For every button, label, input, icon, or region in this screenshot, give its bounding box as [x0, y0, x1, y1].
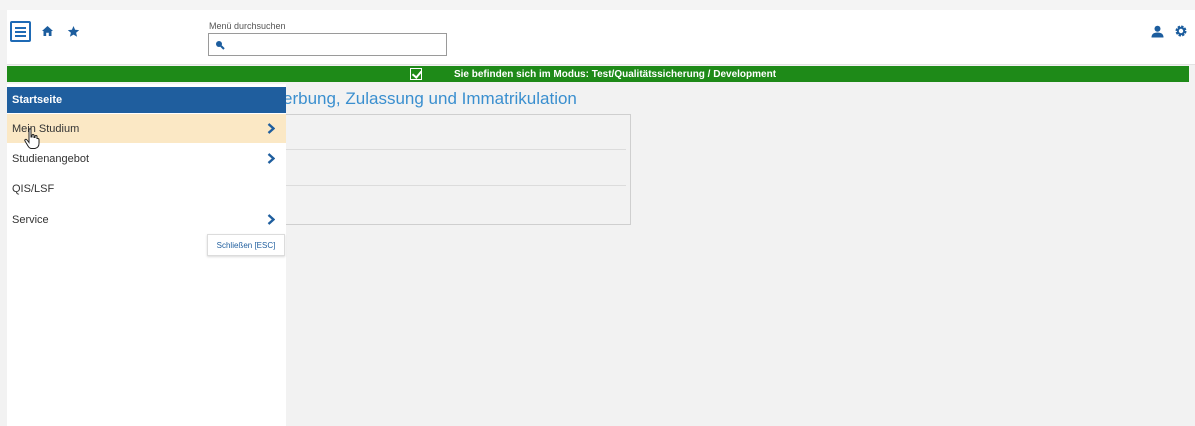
page-title: erbung, Zulassung und Immatrikulation: [283, 89, 577, 108]
sidebar-item-qis-lsf[interactable]: QIS/LSF: [7, 174, 286, 203]
menu-search-field[interactable]: [208, 33, 447, 56]
search-input[interactable]: [227, 36, 442, 53]
top-header: Menü durchsuchen: [7, 10, 1195, 65]
home-icon[interactable]: [39, 23, 55, 39]
chevron-right-icon: [267, 214, 275, 225]
close-menu-button[interactable]: Schließen [ESC]: [207, 234, 285, 256]
sidebar-item-studienangebot[interactable]: Studienangebot: [7, 144, 286, 173]
content-panel: [283, 114, 631, 225]
mode-banner: Sie befinden sich im Modus: Test/Qualitä…: [7, 66, 1189, 82]
sidebar-home-link[interactable]: Startseite: [7, 87, 286, 113]
star-icon[interactable]: [65, 23, 81, 39]
divider: [284, 185, 626, 186]
menu-toggle-button[interactable]: [10, 21, 31, 42]
search-icon: [216, 41, 225, 50]
gear-icon[interactable]: [1173, 23, 1189, 39]
chevron-right-icon: [267, 123, 275, 134]
sidebar-item-mein-studium[interactable]: Mein Studium: [7, 114, 286, 143]
hand-cursor-icon: [24, 128, 40, 149]
sidebar-item-label: Service: [12, 213, 49, 226]
user-icon[interactable]: [1149, 23, 1165, 39]
divider: [284, 149, 626, 150]
chevron-right-icon: [267, 153, 275, 164]
navigation-drawer: Startseite Mein Studium Studienangebot Q…: [7, 84, 286, 426]
checkbox-icon: [409, 68, 422, 80]
search-label: Menü durchsuchen: [209, 21, 286, 31]
window-top-strip: [0, 0, 1195, 10]
hamburger-icon-bar: [15, 34, 26, 37]
mode-banner-text: Sie befinden sich im Modus: Test/Qualitä…: [453, 68, 777, 80]
sidebar-item-label: QIS/LSF: [12, 182, 55, 195]
hamburger-icon-bar: [15, 26, 26, 29]
sidebar-item-label: Studienangebot: [12, 152, 90, 165]
sidebar-item-service[interactable]: Service: [7, 205, 286, 234]
hamburger-icon-bar: [15, 30, 26, 33]
